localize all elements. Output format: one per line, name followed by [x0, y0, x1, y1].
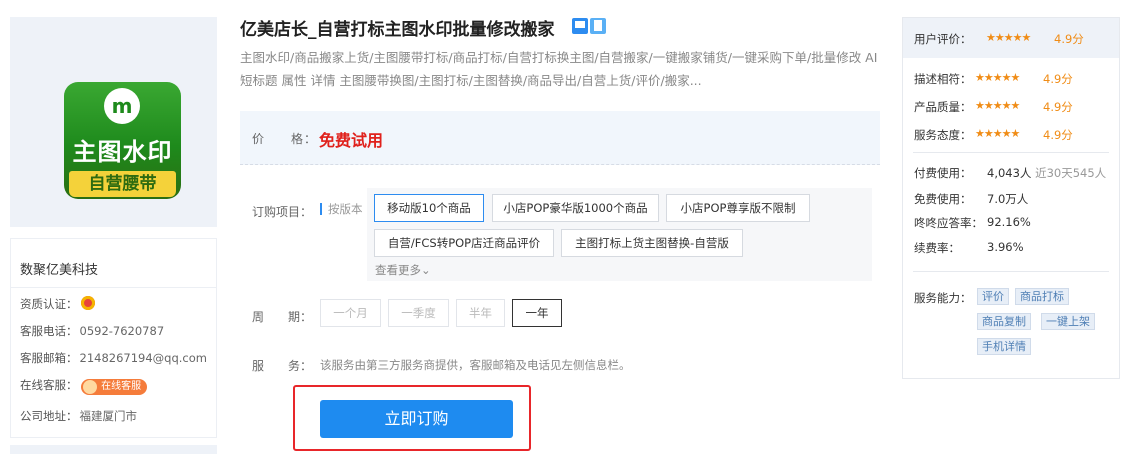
stat-paid-total: 4,043人: [987, 166, 1032, 180]
price-box: 价 格： 免费试用: [240, 111, 880, 165]
show-more-text: 查看更多: [375, 263, 421, 277]
spec-group-label: 按版本: [320, 203, 363, 215]
product-title: 亿美店长_自营打标主图水印批量修改搬家: [240, 20, 555, 40]
stat-label-renewal: 续费率：: [914, 241, 960, 255]
period-option-halfyear[interactable]: 半年: [456, 299, 505, 327]
rating-panel: 用户评价： ★★★★★ 4.9分 描述相符： ★★★★★ 4.9分 产品质量： …: [902, 17, 1120, 379]
stat-label-response: 咚咚应答率：: [914, 216, 983, 230]
period-label: 周 期：: [252, 310, 313, 324]
address-row: 公司地址： 福建厦门市: [20, 408, 137, 424]
divider: [11, 287, 216, 288]
logo-title: 主图水印: [72, 138, 173, 166]
qualification-row: 资质认证：: [20, 296, 96, 312]
period-option-month[interactable]: 一个月: [320, 299, 381, 327]
rating-header: 用户评价： ★★★★★ 4.9分: [903, 18, 1119, 58]
phone-row: 客服电话： 0592-7620787: [20, 323, 164, 339]
price-value: 免费试用: [319, 131, 384, 150]
capability-tag-marking[interactable]: 商品打标: [1015, 288, 1069, 305]
stat-value-free: 7.0万人: [987, 192, 1029, 206]
spec-label: 订购项目：: [252, 205, 313, 219]
rating-score-quality: 4.9分: [1043, 100, 1073, 114]
online-service-row: 在线客服： 在线客服: [20, 377, 148, 395]
email-label: 客服邮箱：: [20, 351, 78, 365]
rating-stars-description: ★★★★★: [975, 71, 1020, 84]
rating-label-service: 服务态度：: [914, 128, 972, 142]
user-rating-stars: ★★★★★: [986, 31, 1031, 44]
stat-value-renewal: 3.96%: [987, 240, 1024, 254]
capability-label: 服务能力：: [914, 291, 972, 305]
phone-label: 客服电话：: [20, 324, 78, 338]
brand-mark-icon: m: [104, 88, 140, 124]
service-note: 该服务由第三方服务商提供，客服邮箱及电话见左侧信息栏。: [320, 358, 631, 372]
left-bottom-strip: [10, 445, 217, 454]
online-service-button[interactable]: 在线客服: [81, 379, 148, 395]
email-value: 2148267194@qq.com: [79, 351, 207, 365]
rating-label-quality: 产品质量：: [914, 100, 972, 114]
email-row: 客服邮箱： 2148267194@qq.com: [20, 350, 207, 366]
company-name: 数聚亿美科技: [20, 263, 99, 278]
stat-label-free: 免费使用：: [914, 192, 972, 206]
address-value: 福建厦门市: [79, 409, 138, 423]
period-option-quarter[interactable]: 一季度: [388, 299, 449, 327]
company-card: 数聚亿美科技 资质认证： 客服电话： 0592-7620787 客服邮箱： 2148…: [10, 238, 217, 438]
user-rating-label: 用户评价：: [914, 32, 972, 46]
price-label: 价 格：: [252, 132, 318, 146]
stat-value-paid: 4,043人 近30天545人: [987, 165, 1106, 181]
pc-platform-icon: [572, 18, 588, 34]
spec-option-pop-premium[interactable]: 小店POP尊享版不限制: [666, 194, 810, 222]
online-service-badge-text: 在线客服: [101, 381, 142, 392]
rating-score-service: 4.9分: [1043, 128, 1073, 142]
rating-stars-service: ★★★★★: [975, 127, 1020, 140]
stat-label-paid: 付费使用：: [914, 166, 972, 180]
stat-paid-recent: 近30天545人: [1035, 166, 1107, 180]
spec-option-fcs-migrate[interactable]: 自营/FCS转POP店迁商品评价: [374, 229, 554, 257]
capability-tag-copy[interactable]: 商品复制: [977, 313, 1031, 330]
rating-score-description: 4.9分: [1043, 72, 1073, 86]
chat-icon: [83, 380, 98, 394]
divider: [913, 271, 1109, 272]
divider: [913, 152, 1109, 153]
mobile-platform-icon: [590, 18, 606, 34]
phone-value: 0592-7620787: [79, 324, 165, 338]
stat-value-response: 92.16%: [987, 215, 1031, 229]
platform-icons: [572, 18, 608, 38]
spec-option-mobile-10[interactable]: 移动版10个商品: [374, 194, 484, 222]
product-description: 主图水印/商品搬家上货/主图腰带打标/商品打标/自营打标换主图/自营搬家/一键搬…: [240, 50, 878, 88]
chevron-down-icon: ⌄: [421, 263, 431, 277]
spec-option-pop-deluxe[interactable]: 小店POP豪华版1000个商品: [492, 194, 659, 222]
service-label: 服 务：: [252, 359, 313, 373]
address-label: 公司地址：: [20, 409, 78, 423]
rating-label-description: 描述相符：: [914, 72, 972, 86]
buy-now-button[interactable]: 立即订购: [320, 400, 513, 438]
spec-option-mainimage-self[interactable]: 主图打标上货主图替换-自营版: [561, 229, 743, 257]
capability-tag-review[interactable]: 评价: [977, 288, 1009, 305]
qualification-label: 资质认证：: [20, 297, 78, 311]
medal-icon[interactable]: [81, 296, 96, 310]
capability-tag-listing[interactable]: 一键上架: [1041, 313, 1095, 330]
logo-band: 自营腰带: [69, 171, 176, 197]
rating-stars-quality: ★★★★★: [975, 99, 1020, 112]
show-more-link[interactable]: 查看更多⌄: [375, 262, 431, 278]
period-option-year[interactable]: 一年: [512, 299, 562, 327]
capability-tag-mobile-detail[interactable]: 手机详情: [977, 338, 1031, 355]
user-rating-score: 4.9分: [1054, 32, 1084, 46]
online-service-label: 在线客服：: [20, 378, 78, 392]
app-logo: m 主图水印 自营腰带: [64, 82, 181, 199]
product-logo-panel: m 主图水印 自营腰带: [10, 17, 217, 227]
